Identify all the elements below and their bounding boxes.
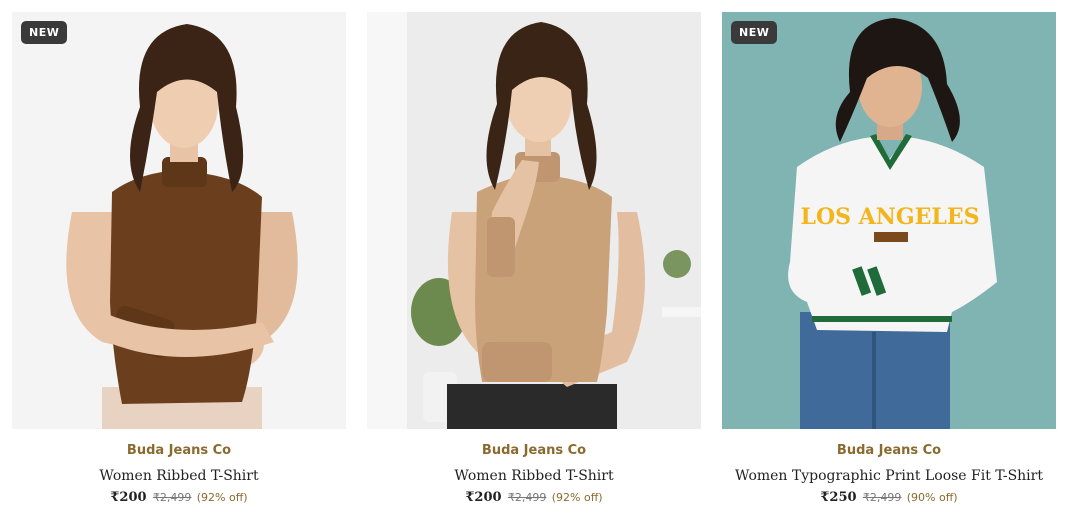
- product-title[interactable]: Women Ribbed T-Shirt: [12, 467, 346, 485]
- original-price: ₹2,499: [152, 491, 192, 504]
- price-row: ₹250 ₹2,499 (90% off): [722, 489, 1056, 506]
- sale-price: ₹200: [110, 490, 147, 505]
- product-title[interactable]: Women Ribbed T-Shirt: [367, 467, 701, 485]
- product-image[interactable]: [367, 12, 701, 429]
- product-card[interactable]: Buda Jeans Co Women Ribbed T-Shirt ₹200 …: [367, 12, 701, 506]
- new-badge: NEW: [731, 21, 778, 44]
- print-text: LOS ANGELES: [800, 204, 979, 230]
- discount-percent: (92% off): [551, 491, 603, 504]
- price-row: ₹200 ₹2,499 (92% off): [12, 489, 346, 506]
- product-photo-brown-ribbed-top: [12, 12, 346, 429]
- discount-percent: (92% off): [196, 491, 248, 504]
- brand-name[interactable]: Buda Jeans Co: [722, 443, 1056, 459]
- product-image[interactable]: LOS ANGELES NEW: [722, 12, 1056, 429]
- original-price: ₹2,499: [507, 491, 547, 504]
- product-card[interactable]: NEW Buda Jeans Co Women Ribbed T-Shirt ₹…: [12, 12, 346, 506]
- brand-name[interactable]: Buda Jeans Co: [367, 443, 701, 459]
- product-card[interactable]: LOS ANGELES NEW Buda Jeans Co Women Typo…: [722, 12, 1056, 506]
- new-badge: NEW: [21, 21, 68, 44]
- original-price: ₹2,499: [862, 491, 902, 504]
- brand-name[interactable]: Buda Jeans Co: [12, 443, 346, 459]
- product-photo-beige-ribbed-top: [367, 12, 701, 429]
- product-title[interactable]: Women Typographic Print Loose Fit T-Shir…: [722, 467, 1056, 485]
- discount-percent: (90% off): [906, 491, 958, 504]
- product-image[interactable]: NEW: [12, 12, 346, 429]
- product-grid: NEW Buda Jeans Co Women Ribbed T-Shirt ₹…: [0, 0, 1067, 521]
- sale-price: ₹200: [465, 490, 502, 505]
- product-photo-la-sweatshirt: LOS ANGELES: [722, 12, 1056, 429]
- price-row: ₹200 ₹2,499 (92% off): [367, 489, 701, 506]
- sale-price: ₹250: [820, 490, 857, 505]
